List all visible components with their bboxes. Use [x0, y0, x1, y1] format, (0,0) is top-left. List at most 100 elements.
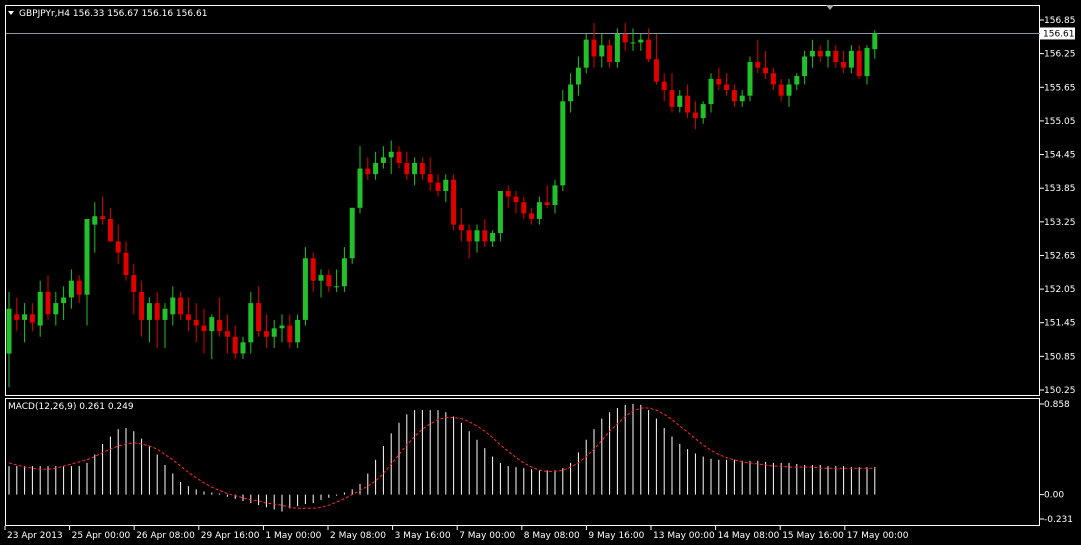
candle[interactable]: [107, 207, 113, 242]
candle[interactable]: [22, 303, 28, 343]
candle[interactable]: [497, 190, 503, 242]
candle[interactable]: [700, 101, 706, 124]
candle[interactable]: [708, 73, 714, 113]
candle[interactable]: [318, 269, 324, 298]
candle[interactable]: [802, 50, 808, 85]
candle[interactable]: [131, 263, 137, 315]
candle[interactable]: [279, 314, 285, 343]
trading-chart[interactable]: 156.85 156.25 155.65 155.05 154.45 153.85 153.…: [0, 0, 1081, 545]
candle[interactable]: [419, 157, 425, 180]
candle[interactable]: [817, 45, 823, 63]
candle[interactable]: [6, 291, 12, 388]
candle[interactable]: [334, 269, 340, 292]
candle[interactable]: [451, 174, 457, 231]
candle[interactable]: [14, 297, 20, 332]
candle[interactable]: [747, 56, 753, 102]
candle[interactable]: [505, 185, 511, 208]
candle[interactable]: [513, 190, 519, 214]
candle[interactable]: [692, 101, 698, 130]
candle[interactable]: [45, 275, 51, 320]
candle[interactable]: [232, 325, 238, 360]
candle[interactable]: [115, 224, 121, 264]
candle[interactable]: [638, 34, 644, 51]
candle[interactable]: [560, 90, 566, 191]
candle[interactable]: [178, 291, 184, 320]
candle[interactable]: [146, 297, 152, 343]
candle[interactable]: [856, 45, 862, 79]
candle[interactable]: [295, 314, 301, 348]
candle[interactable]: [84, 219, 90, 326]
candle[interactable]: [575, 56, 581, 96]
candle[interactable]: [872, 30, 878, 59]
candle[interactable]: [583, 34, 589, 74]
candle[interactable]: [653, 34, 659, 85]
candle[interactable]: [185, 297, 191, 332]
candle[interactable]: [614, 28, 620, 68]
candle[interactable]: [326, 269, 332, 292]
candle[interactable]: [388, 140, 394, 175]
candle[interactable]: [37, 280, 43, 337]
candle[interactable]: [521, 196, 527, 220]
candle[interactable]: [100, 196, 106, 225]
candle[interactable]: [68, 269, 74, 309]
candle[interactable]: [770, 67, 776, 91]
candle[interactable]: [544, 185, 550, 208]
candle[interactable]: [809, 39, 815, 68]
candle[interactable]: [591, 22, 597, 68]
candle[interactable]: [755, 39, 761, 74]
candle[interactable]: [341, 247, 347, 292]
candle[interactable]: [685, 84, 691, 119]
candle[interactable]: [349, 207, 355, 264]
candle[interactable]: [170, 286, 176, 326]
candle[interactable]: [669, 73, 675, 113]
candle[interactable]: [731, 84, 737, 107]
candle[interactable]: [825, 39, 831, 68]
candle[interactable]: [201, 308, 207, 354]
scroll-marker-triangle-down-icon[interactable]: [826, 5, 834, 10]
candle[interactable]: [224, 314, 230, 354]
candle[interactable]: [248, 291, 254, 354]
candle[interactable]: [139, 280, 145, 337]
candle[interactable]: [302, 247, 308, 326]
candle[interactable]: [217, 297, 223, 337]
candle[interactable]: [724, 73, 730, 96]
candle[interactable]: [622, 22, 628, 51]
candle[interactable]: [380, 146, 386, 169]
candle[interactable]: [287, 314, 293, 348]
triangle-down-icon[interactable]: [8, 11, 14, 15]
candle[interactable]: [412, 157, 418, 186]
candle[interactable]: [630, 28, 636, 51]
candle[interactable]: [193, 303, 199, 343]
candle[interactable]: [427, 157, 433, 191]
candle[interactable]: [607, 39, 613, 68]
candle[interactable]: [263, 314, 269, 348]
candle[interactable]: [92, 202, 98, 253]
candle[interactable]: [786, 78, 792, 107]
candle[interactable]: [739, 90, 745, 107]
candle[interactable]: [76, 275, 82, 304]
candle[interactable]: [162, 303, 168, 348]
candle[interactable]: [568, 73, 574, 113]
candle[interactable]: [536, 196, 542, 225]
candle[interactable]: [490, 230, 496, 248]
candle[interactable]: [599, 34, 605, 68]
candle[interactable]: [310, 252, 316, 292]
candle[interactable]: [794, 73, 800, 91]
candle[interactable]: [209, 314, 215, 360]
candle[interactable]: [529, 207, 535, 225]
candle[interactable]: [552, 179, 558, 214]
candle[interactable]: [435, 174, 441, 197]
candle[interactable]: [661, 73, 667, 102]
candle[interactable]: [373, 151, 379, 180]
price-candles[interactable]: [6, 22, 1040, 388]
candle[interactable]: [256, 286, 262, 337]
candle[interactable]: [357, 146, 363, 214]
macd-indicator[interactable]: [8, 404, 876, 512]
candle[interactable]: [848, 45, 854, 74]
candle[interactable]: [466, 224, 472, 259]
candle[interactable]: [474, 224, 480, 253]
candle[interactable]: [443, 174, 449, 203]
candle[interactable]: [833, 45, 839, 68]
candle[interactable]: [841, 50, 847, 74]
candle[interactable]: [271, 319, 277, 348]
